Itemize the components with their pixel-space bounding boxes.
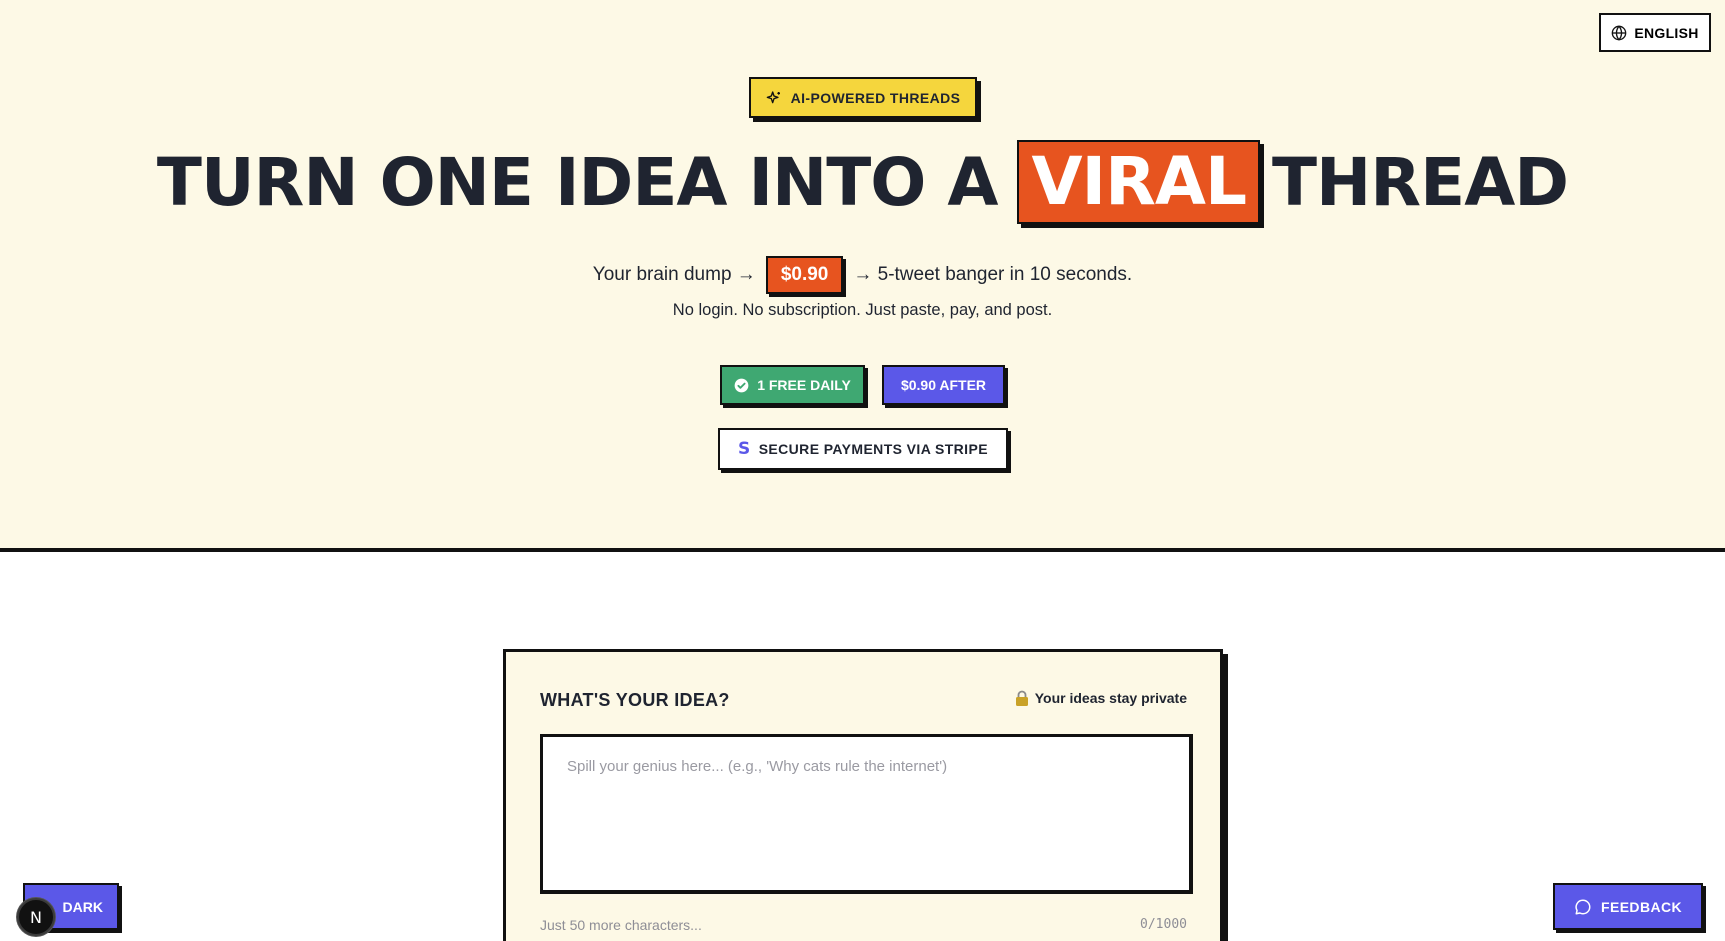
badge-label: AI-POWERED THREADS xyxy=(790,89,961,106)
stripe-label: SECURE PAYMENTS VIA STRIPE xyxy=(758,441,988,457)
dark-mode-label: DARK xyxy=(62,898,103,915)
price-after-label: $0.90 AFTER xyxy=(900,377,987,393)
tagline-end: → 5-tweet banger in 10 seconds. xyxy=(853,264,1133,285)
headline-highlight: VIRAL xyxy=(1017,140,1261,224)
character-hint: Just 50 more characters... xyxy=(540,917,702,933)
feedback-label: FEEDBACK xyxy=(1601,898,1682,915)
lock-icon xyxy=(1015,690,1028,706)
privacy-label: Your ideas stay private xyxy=(1034,690,1187,706)
stripe-badge: S SECURE PAYMENTS VIA STRIPE xyxy=(718,428,1008,470)
dev-indicator-badge[interactable]: N xyxy=(17,898,55,936)
free-daily-badge: 1 FREE DAILY xyxy=(720,365,865,405)
tagline-start: Your brain dump → xyxy=(592,264,756,285)
idea-card: WHAT'S YOUR IDEA? Your ideas stay privat… xyxy=(503,649,1223,941)
headline-after: THREAD xyxy=(1272,143,1569,221)
subline: No login. No subscription. Just paste, p… xyxy=(672,301,1053,319)
price-after-badge: $0.90 AFTER xyxy=(882,365,1005,405)
globe-icon xyxy=(1611,24,1627,41)
language-button[interactable]: ENGLISH xyxy=(1599,13,1711,52)
price-tag: $0.90 xyxy=(765,256,844,294)
headline-before: TURN ONE IDEA INTO A xyxy=(156,143,999,221)
character-counter: 0/1000 xyxy=(1140,917,1187,932)
sparkles-icon xyxy=(766,90,780,103)
stripe-icon: S xyxy=(738,439,751,459)
chat-bubble-icon xyxy=(1575,898,1591,915)
feedback-button[interactable]: FEEDBACK xyxy=(1553,883,1703,930)
hero-section: ENGLISH AI-POWERED THREADS TURN ONE IDEA… xyxy=(0,0,1725,552)
dev-indicator-label: N xyxy=(30,907,42,927)
free-daily-label: 1 FREE DAILY xyxy=(757,377,851,393)
page-title: TURN ONE IDEA INTO A VIRAL THREAD xyxy=(0,140,1725,224)
language-label: ENGLISH xyxy=(1634,24,1699,41)
ai-powered-badge: AI-POWERED THREADS xyxy=(749,77,977,118)
privacy-note: Your ideas stay private xyxy=(1015,690,1187,706)
tagline: Your brain dump → $0.90 → 5-tweet banger… xyxy=(0,256,1725,294)
idea-card-title: WHAT'S YOUR IDEA? xyxy=(540,690,730,710)
idea-input[interactable] xyxy=(540,734,1193,894)
check-circle-icon xyxy=(734,378,749,392)
